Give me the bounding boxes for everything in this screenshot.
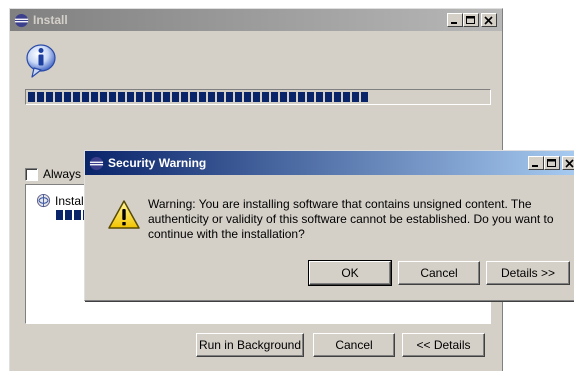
- always-checkbox[interactable]: [25, 167, 38, 181]
- minimize-icon: [532, 165, 538, 167]
- always-label: Always: [43, 167, 82, 181]
- security-dialog-title: Security Warning: [108, 156, 207, 170]
- security-dialog-controls: [528, 156, 574, 170]
- ok-button[interactable]: OK: [308, 260, 392, 286]
- close-button[interactable]: [481, 13, 497, 27]
- install-titlebar[interactable]: Install: [10, 9, 502, 31]
- install-progress-bar: [25, 89, 491, 105]
- always-option: Always: [25, 167, 81, 181]
- close-icon: [484, 16, 493, 25]
- security-warning-dialog: Security Warning Warning: You are instal…: [84, 150, 574, 301]
- install-window-title: Install: [33, 13, 68, 27]
- warning-icon: [107, 199, 141, 231]
- eclipse-icon: [14, 13, 29, 27]
- minimize-icon: [451, 22, 457, 24]
- dialog-cancel-button[interactable]: Cancel: [398, 261, 480, 285]
- close-button[interactable]: [562, 156, 574, 170]
- job-progress-bar: [56, 210, 86, 220]
- info-icon: [24, 43, 58, 79]
- maximize-button[interactable]: [463, 13, 479, 27]
- install-cancel-button[interactable]: Cancel: [313, 333, 395, 357]
- maximize-icon: [547, 159, 556, 167]
- hide-details-button[interactable]: << Details: [402, 333, 485, 357]
- run-in-background-button[interactable]: Run in Background: [196, 333, 304, 357]
- install-window-controls: [447, 13, 497, 27]
- minimize-button[interactable]: [447, 13, 463, 27]
- minimize-button[interactable]: [528, 156, 544, 170]
- warning-message: Warning: You are installing software tha…: [148, 197, 554, 241]
- install-job-icon: [36, 193, 51, 208]
- job-row[interactable]: Instal: [36, 193, 84, 208]
- maximize-icon: [466, 16, 475, 24]
- show-details-button[interactable]: Details >>: [486, 261, 570, 285]
- eclipse-icon: [89, 156, 104, 170]
- maximize-button[interactable]: [544, 156, 560, 170]
- close-icon: [565, 159, 574, 168]
- job-label: Instal: [55, 193, 84, 208]
- security-titlebar[interactable]: Security Warning: [85, 151, 574, 175]
- install-progress-fill: [28, 92, 369, 102]
